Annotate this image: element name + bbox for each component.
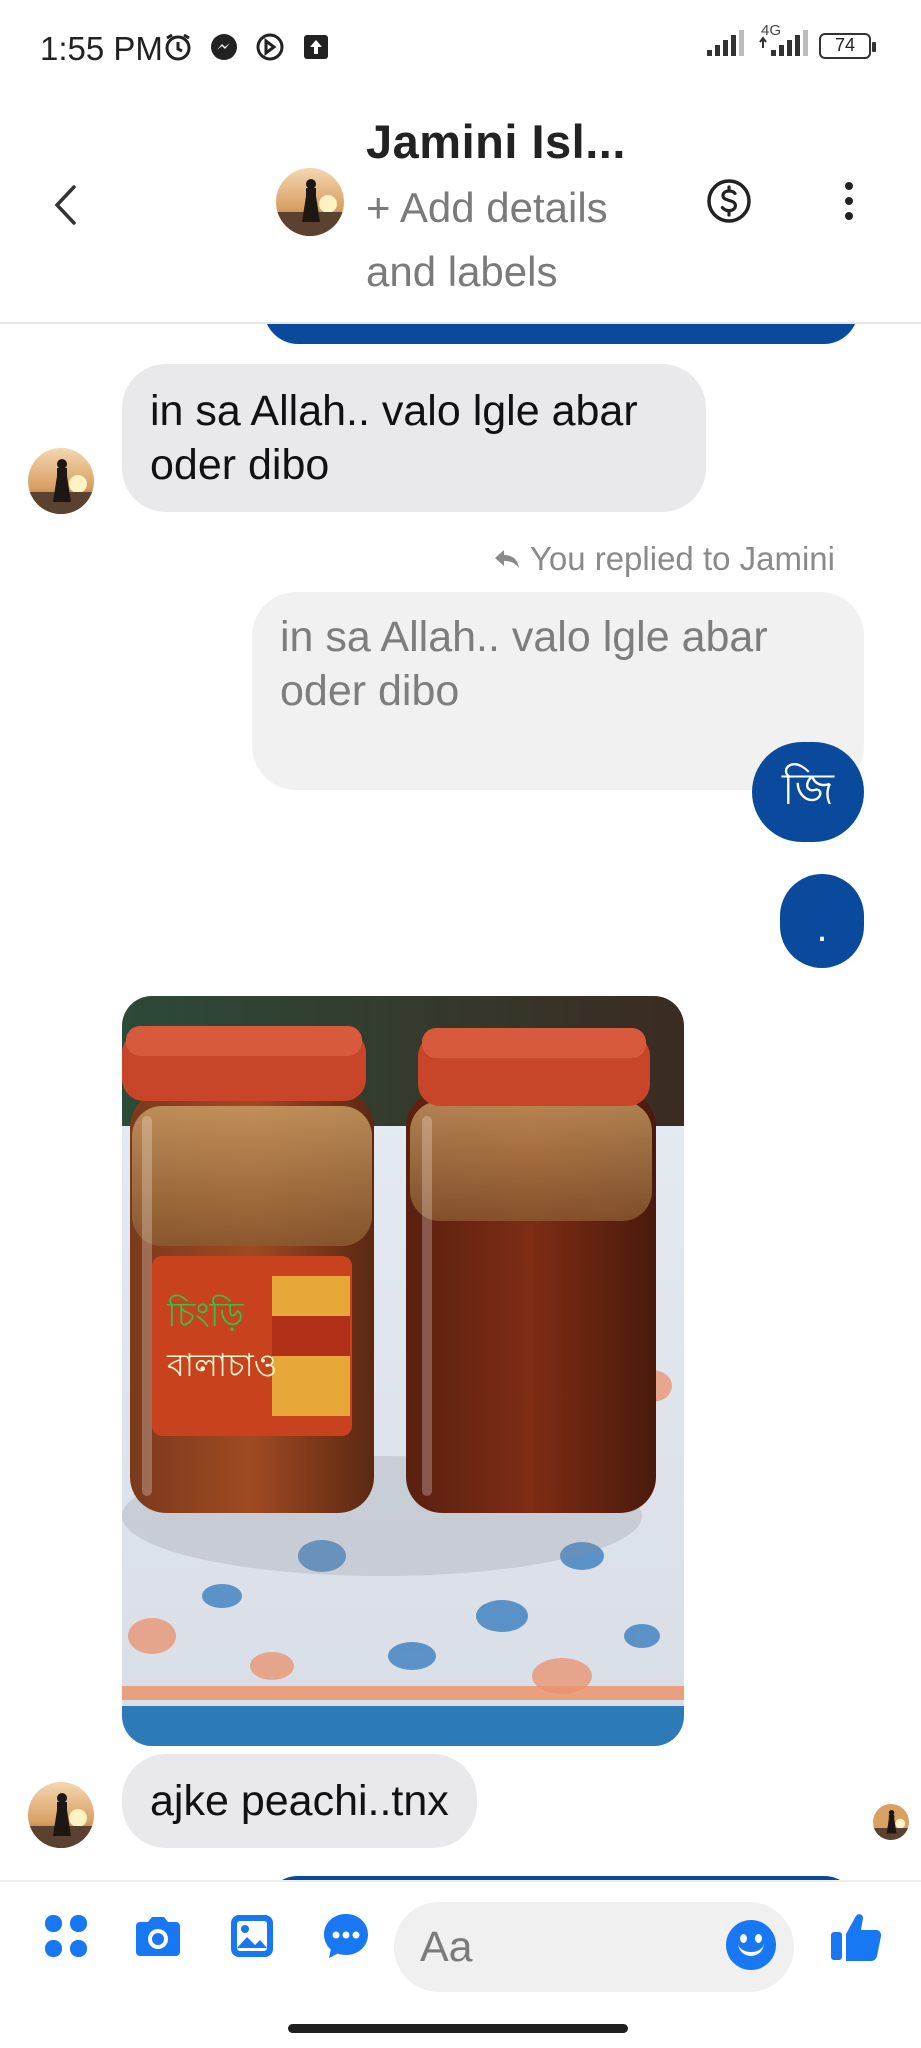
contact-avatar[interactable] [276, 168, 344, 236]
battery-icon: 74 [819, 32, 876, 59]
signal-icon [705, 28, 747, 63]
payment-button[interactable] [706, 178, 752, 224]
sender-avatar[interactable] [28, 448, 94, 514]
gallery-icon [231, 1915, 273, 1957]
chat-bubble-icon [324, 1914, 368, 1958]
upload-icon [300, 31, 332, 63]
previous-outgoing-message[interactable] [264, 324, 858, 344]
reply-arrow-icon [494, 550, 519, 568]
reply-label: You replied to Jamini [529, 540, 835, 577]
seen-receipt-avatar [873, 1804, 909, 1840]
dollar-icon [707, 179, 751, 223]
reply-indicator: You replied to Jamini [492, 540, 835, 578]
outgoing-message-bubble[interactable]: জি [752, 742, 864, 842]
emoji-button[interactable] [726, 1920, 776, 1970]
status-time: 1:55 PM [40, 30, 163, 67]
camera-button[interactable] [130, 1908, 186, 1964]
sync-icon [254, 31, 286, 63]
status-bar: 1:55 PM 4G 74 [0, 0, 921, 104]
contact-name[interactable]: Jamini Isl... [366, 114, 626, 169]
messenger-icon [208, 31, 240, 63]
more-options-button[interactable] [834, 178, 864, 224]
system-status: 4G 74 [705, 22, 876, 63]
alarm-icon [162, 31, 194, 63]
sender-avatar[interactable] [28, 1782, 94, 1848]
signal-4g-icon: 4G [757, 22, 809, 63]
apps-icon [45, 1915, 87, 1957]
message-list[interactable]: in sa Allah.. valo lgle abar oder dibo Y… [0, 324, 921, 1880]
add-details-link[interactable]: + Add details and labels [366, 176, 666, 304]
back-button[interactable] [40, 170, 90, 240]
home-indicator[interactable] [288, 2024, 628, 2033]
emoji-icon [738, 1942, 764, 1956]
conversation-header: Jamini Isl... + Add details and labels [0, 104, 921, 324]
incoming-message-bubble[interactable]: ajke peachi..tnx [122, 1754, 477, 1848]
pickle-jars-image: চিংড়ি বালাচাও [122, 996, 684, 1746]
gallery-button[interactable] [224, 1908, 280, 1964]
incoming-message-bubble[interactable]: in sa Allah.. valo lgle abar oder dibo [122, 364, 706, 512]
network-label: 4G [761, 22, 782, 39]
notification-icons [162, 31, 332, 63]
chat-extensions-button[interactable] [318, 1908, 374, 1964]
like-button[interactable] [828, 1908, 884, 1964]
apps-button[interactable] [38, 1908, 94, 1964]
outgoing-message-bubble[interactable]: . [780, 874, 864, 968]
like-icon [831, 1914, 882, 1961]
message-composer [0, 1880, 921, 2000]
back-chevron-icon [54, 185, 76, 225]
svg-text:চিংড়ি: চিংড়ি [166, 1295, 244, 1335]
more-vertical-icon [845, 182, 853, 190]
svg-text:বালাচাও: বালাচাও [166, 1346, 277, 1384]
camera-icon [136, 1917, 180, 1956]
incoming-photo[interactable]: চিংড়ি বালাচাও [122, 996, 684, 1746]
